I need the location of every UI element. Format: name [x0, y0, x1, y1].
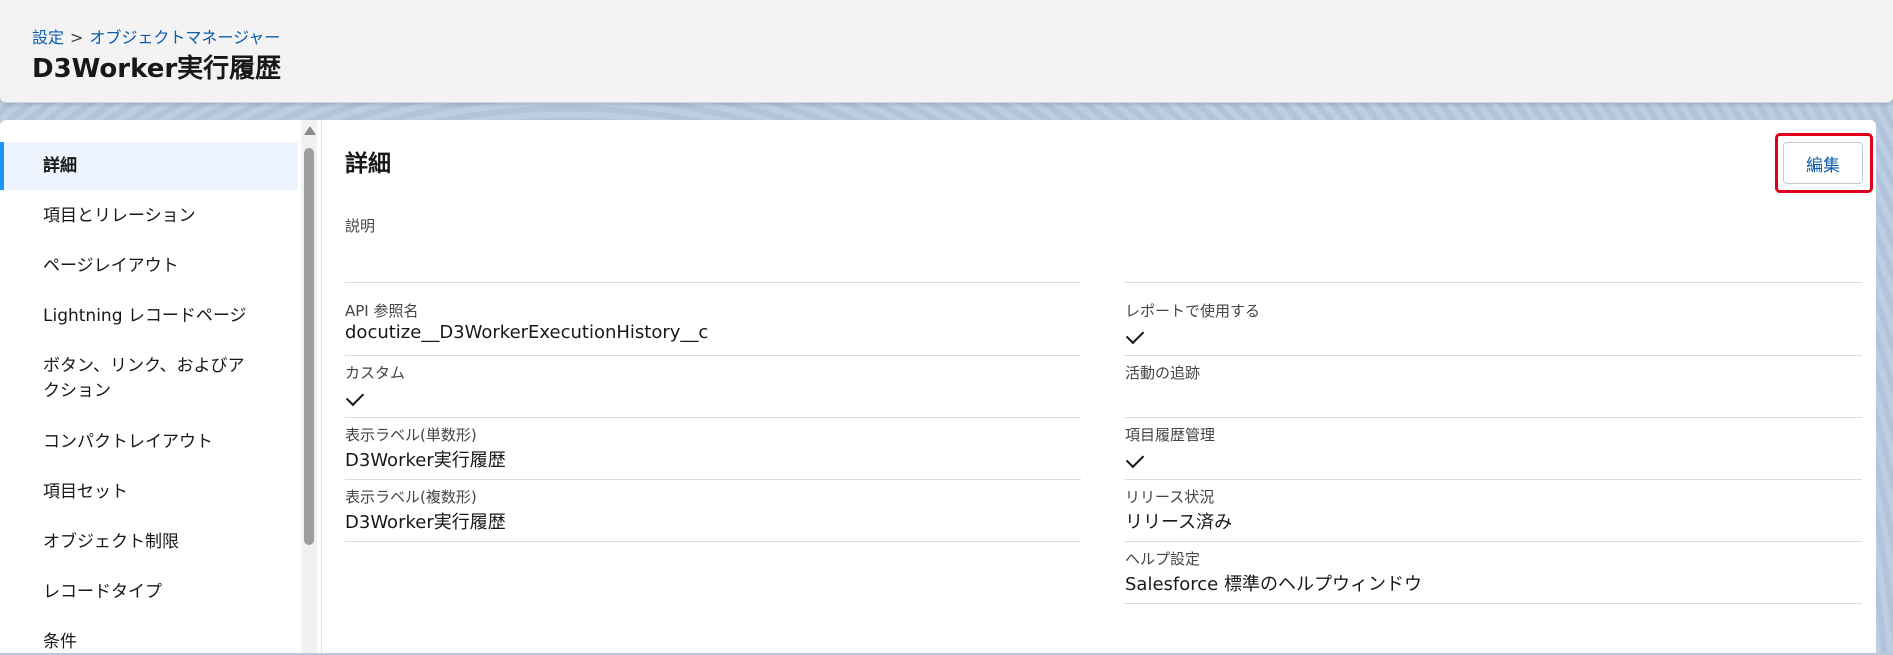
custom-check-icon: [345, 387, 365, 407]
section-title: 詳細: [345, 151, 391, 177]
help-settings-value: Salesforce 標準のヘルプウィンドウ: [1125, 574, 1422, 595]
page-header: 設定 > オブジェクトマネージャー D3Worker実行履歴: [0, 0, 1893, 103]
sidebar-item-field-sets[interactable]: 項目セット: [0, 480, 298, 505]
details-content: 詳細 編集 説明 API 参照名 docutize__D3WorkerExecu…: [345, 120, 1873, 653]
edit-button-highlight: 編集: [1775, 133, 1873, 193]
sidebar-item-object-limits[interactable]: オブジェクト制限: [0, 530, 298, 555]
scroll-up-arrow-icon[interactable]: [304, 126, 316, 135]
label-plural-field: 表示ラベル(複数形) D3Worker実行履歴: [345, 486, 1081, 542]
track-activities-label: 活動の追跡: [1125, 364, 1201, 382]
scrollbar-thumb[interactable]: [304, 148, 314, 545]
api-name-field: API 参照名 docutize__D3WorkerExecutionHisto…: [345, 300, 1081, 356]
breadcrumb-setup-link[interactable]: 設定: [32, 28, 64, 47]
sidebar-item-buttons-links-actions[interactable]: ボタン、リンク、およびア: [0, 354, 298, 379]
allow-reports-field: レポートで使用する: [1125, 300, 1862, 356]
field-history-label: 項目履歴管理: [1125, 426, 1216, 444]
sidebar-item-conditions[interactable]: 条件: [0, 630, 298, 655]
sidebar-item-buttons-links-actions-cont[interactable]: クション: [0, 379, 298, 404]
label-plural-label: 表示ラベル(複数形): [345, 488, 477, 506]
vertical-divider: [321, 120, 322, 653]
breadcrumb: 設定 > オブジェクトマネージャー: [32, 24, 280, 48]
custom-field: カスタム: [345, 362, 1081, 418]
sidebar-item-page-layouts[interactable]: ページレイアウト: [0, 254, 298, 279]
sidebar-item-details[interactable]: 詳細: [0, 142, 298, 190]
allow-reports-label: レポートで使用する: [1125, 302, 1261, 320]
custom-label: カスタム: [345, 364, 406, 382]
description-field: 説明: [345, 215, 1862, 282]
main-panel: 詳細 項目とリレーション ページレイアウト Lightning レコードページ …: [0, 120, 1876, 653]
deployment-status-field: リリース状況 リリース済み: [1125, 486, 1862, 542]
description-divider-right: [1125, 282, 1862, 283]
label-plural-value: D3Worker実行履歴: [345, 512, 506, 533]
help-settings-label: ヘルプ設定: [1125, 550, 1201, 568]
field-history-check-icon: [1125, 449, 1145, 469]
breadcrumb-separator: >: [70, 28, 84, 47]
label-singular-label: 表示ラベル(単数形): [345, 426, 477, 444]
breadcrumb-object-manager-link[interactable]: オブジェクトマネージャー: [89, 28, 280, 47]
deployment-status-value: リリース済み: [1125, 512, 1233, 533]
description-divider-left: [345, 282, 1081, 283]
sidebar-item-compact-layouts[interactable]: コンパクトレイアウト: [0, 430, 298, 455]
track-activities-field: 活動の追跡: [1125, 362, 1862, 418]
deployment-status-label: リリース状況: [1125, 488, 1215, 506]
sidebar-scrollbar[interactable]: [301, 120, 317, 653]
label-singular-value: D3Worker実行履歴: [345, 450, 506, 471]
api-name-value: docutize__D3WorkerExecutionHistory__c: [345, 322, 709, 343]
sidebar: 詳細 項目とリレーション ページレイアウト Lightning レコードページ …: [0, 120, 300, 653]
description-label: 説明: [345, 217, 376, 235]
label-singular-field: 表示ラベル(単数形) D3Worker実行履歴: [345, 424, 1081, 480]
api-name-label: API 参照名: [345, 302, 419, 320]
help-settings-field: ヘルプ設定 Salesforce 標準のヘルプウィンドウ: [1125, 548, 1862, 604]
allow-reports-check-icon: [1125, 325, 1145, 345]
sidebar-item-lightning-record-pages[interactable]: Lightning レコードページ: [0, 304, 298, 329]
sidebar-item-fields-relationships[interactable]: 項目とリレーション: [0, 204, 298, 229]
page-title: D3Worker実行履歴: [32, 54, 282, 84]
field-history-field: 項目履歴管理: [1125, 424, 1862, 480]
edit-button[interactable]: 編集: [1783, 142, 1863, 184]
sidebar-item-record-types[interactable]: レコードタイプ: [0, 580, 298, 605]
